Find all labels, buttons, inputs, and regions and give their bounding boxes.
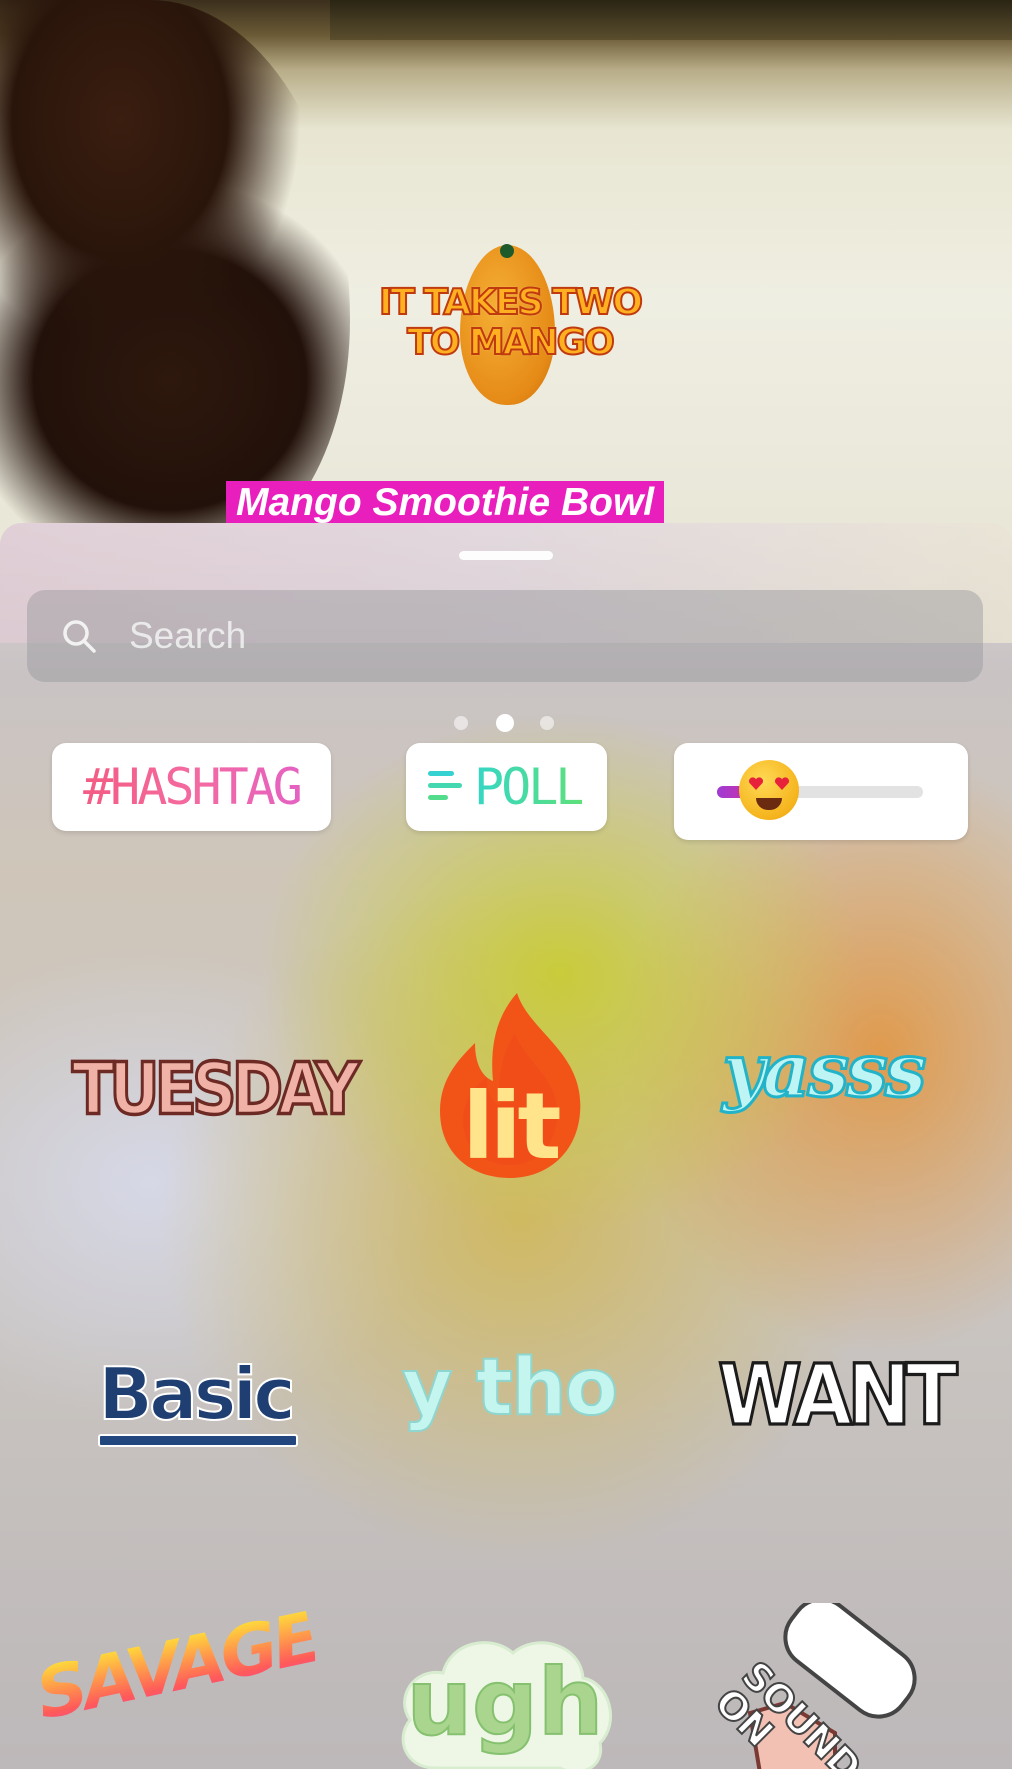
sticker-basic[interactable]: Basic <box>90 1352 300 1453</box>
sticker-want[interactable]: WANT <box>717 1344 960 1456</box>
sticker-sound-on[interactable]: SOUND ON <box>705 1603 930 1769</box>
coconut-bowl <box>0 0 350 560</box>
hashtag-sticker[interactable]: #HASHTAG <box>52 743 331 831</box>
emoji-slider-sticker[interactable] <box>674 743 968 840</box>
sticker-sheet: #HASHTAG POLL TUESDAY lit yas <box>0 523 1012 1769</box>
poll-label: POLL <box>474 743 585 831</box>
heart-eye-icon <box>774 777 790 790</box>
search-icon <box>63 620 96 653</box>
poll-sticker[interactable]: POLL <box>406 743 607 831</box>
mango-sticker-text-line2[interactable]: TO MANGO <box>360 321 660 364</box>
sticker-y-tho[interactable]: y tho <box>398 1342 620 1453</box>
page-dot-3[interactable] <box>540 716 554 730</box>
caption-text[interactable]: Mango Smoothie Bowl <box>226 481 665 525</box>
heart-eyes-emoji-icon[interactable] <box>739 760 799 820</box>
sticker-tuesday[interactable]: TUESDAY <box>71 1045 362 1139</box>
sticker-savage[interactable]: SAVAGE <box>29 1596 326 1763</box>
sticker-yasss[interactable]: yasss <box>718 1027 928 1138</box>
page-dot-2-active[interactable] <box>496 714 514 732</box>
drag-handle[interactable] <box>459 551 553 560</box>
sticker-ugh[interactable]: ugh <box>400 1633 610 1769</box>
sticker-lit[interactable]: lit <box>435 993 585 1180</box>
search-bar[interactable] <box>27 590 983 682</box>
mango-sticker-text-line1[interactable]: IT TAKES TWO <box>360 281 660 324</box>
basic-underline <box>98 1434 298 1447</box>
window-frame <box>330 0 1012 40</box>
heart-eye-icon <box>748 777 764 790</box>
page-dot-1[interactable] <box>454 716 468 730</box>
mango-stem <box>500 244 514 258</box>
search-input[interactable] <box>129 590 929 682</box>
hashtag-label: #HASHTAG <box>52 743 331 831</box>
flame-icon: lit <box>440 993 581 1180</box>
emoji-mouth <box>756 798 782 810</box>
basic-label: Basic <box>97 1352 297 1436</box>
page-indicator <box>449 714 569 734</box>
lit-label: lit <box>462 1073 559 1178</box>
poll-bars-icon <box>428 771 462 800</box>
